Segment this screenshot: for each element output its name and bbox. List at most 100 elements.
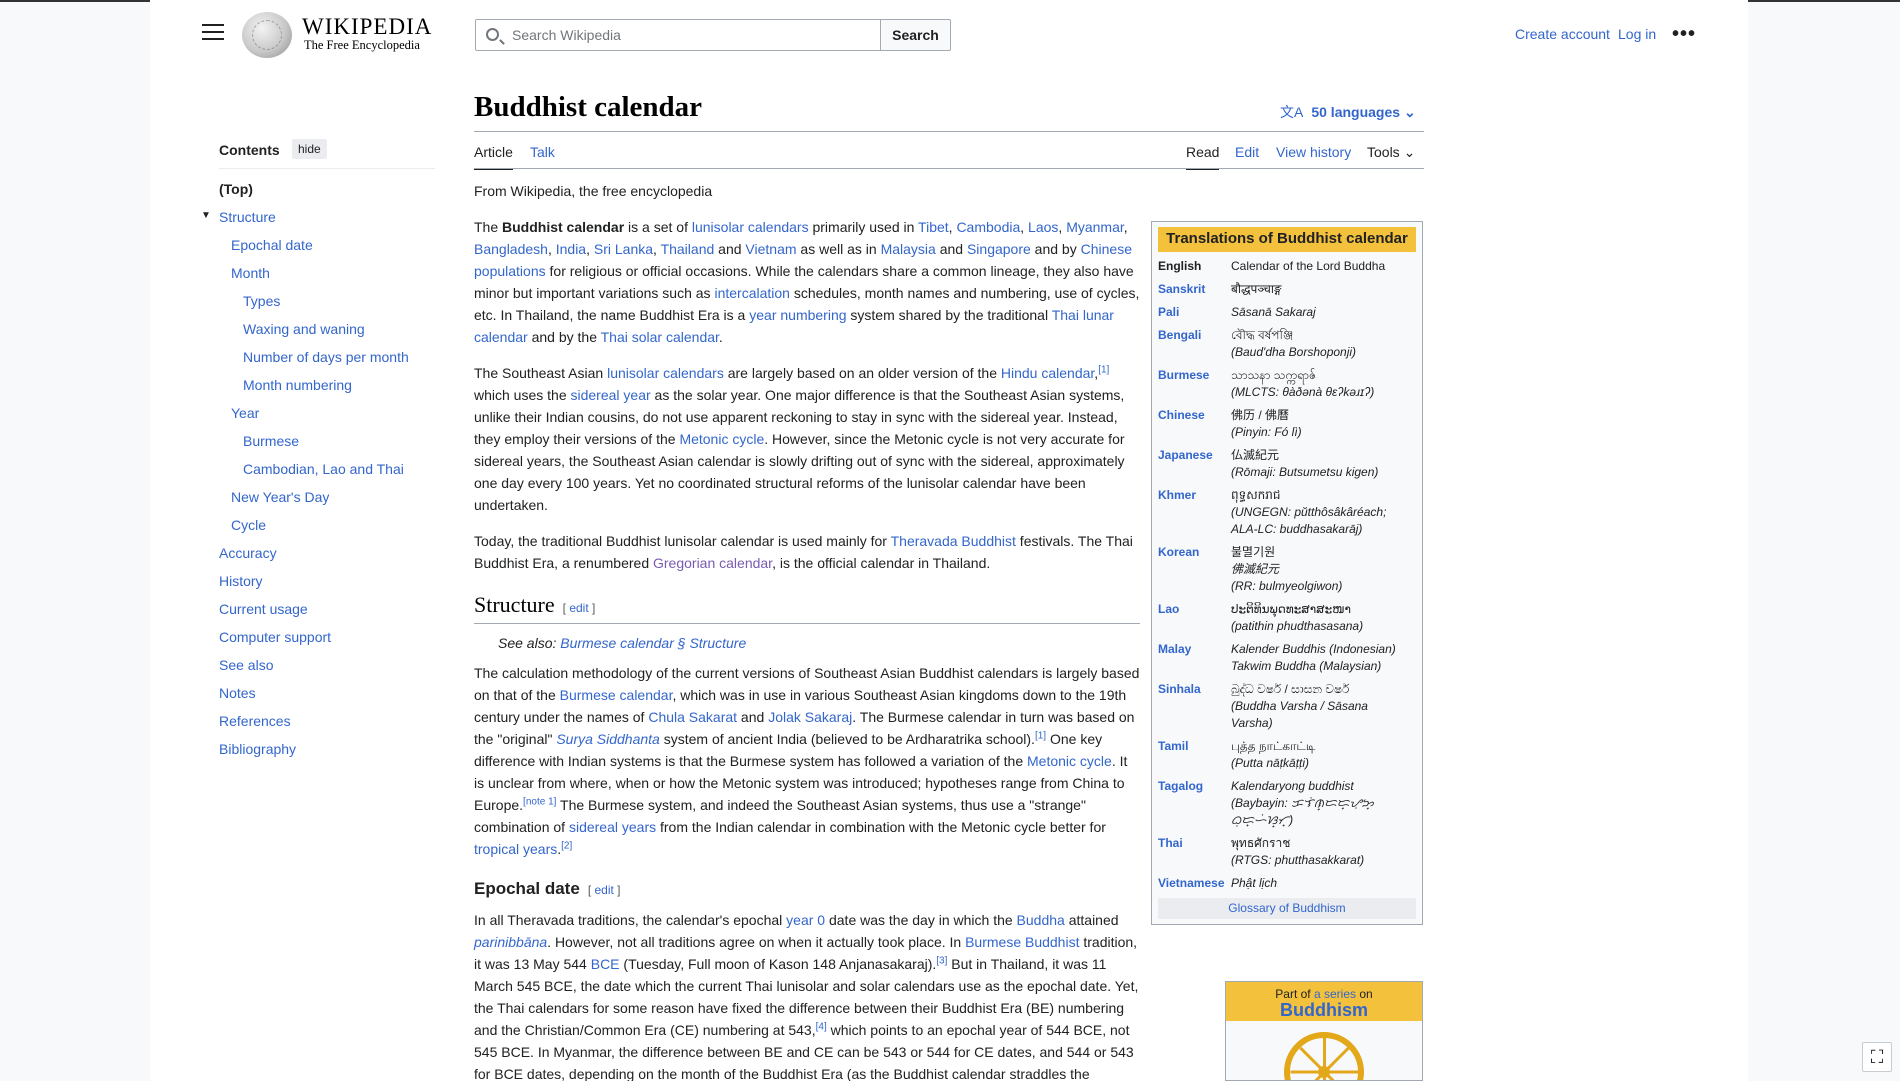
wikipedia-wordmark[interactable]: WIKIPEDIA	[302, 14, 432, 40]
toc-item-epochal-date[interactable]: Epochal date	[231, 237, 313, 253]
toc-item-see-also[interactable]: See also	[219, 657, 273, 673]
link-lunisolar-calendars[interactable]: lunisolar calendars	[607, 365, 724, 381]
infobox-language-label[interactable]: Tagalog	[1158, 778, 1231, 829]
tab-view-history[interactable]: View history	[1276, 144, 1351, 160]
toc-item-year[interactable]: Year	[231, 405, 259, 421]
toc-item-current-usage[interactable]: Current usage	[219, 601, 308, 617]
toc-item-days-per-month[interactable]: Number of days per month	[243, 349, 409, 365]
search-button[interactable]: Search	[880, 19, 951, 51]
link-tibet[interactable]: Tibet	[918, 219, 949, 235]
tab-talk[interactable]: Talk	[530, 144, 555, 160]
infobox-language-label[interactable]: Vietnamese	[1158, 875, 1231, 892]
link-a-series[interactable]: a series	[1314, 987, 1356, 1001]
link-chula-sakarat[interactable]: Chula Sakarat	[648, 709, 737, 725]
tab-article[interactable]: Article	[474, 144, 513, 170]
toc-item-new-years-day[interactable]: New Year's Day	[231, 489, 329, 505]
language-selector[interactable]: 文A 50 languages ⌄	[1280, 102, 1416, 122]
link-intercalation[interactable]: intercalation	[714, 285, 790, 301]
link-tropical-years[interactable]: tropical years	[474, 841, 557, 857]
link-bce[interactable]: BCE	[591, 956, 620, 972]
toc-item-computer-support[interactable]: Computer support	[219, 629, 331, 645]
search-input[interactable]	[512, 25, 872, 45]
toc-item-cambodian-lao-thai[interactable]: Cambodian, Lao and Thai	[243, 461, 404, 477]
infobox-language-label[interactable]: Korean	[1158, 544, 1231, 595]
link-glossary-of-buddhism[interactable]: Glossary of Buddhism	[1228, 901, 1345, 915]
reference-link[interactable]: [2]	[561, 840, 572, 851]
infobox-language-label[interactable]: Pali	[1158, 304, 1231, 321]
toc-item-month[interactable]: Month	[231, 265, 270, 281]
toc-item-top[interactable]: (Top)	[219, 181, 253, 197]
link-sidereal-years[interactable]: sidereal years	[569, 819, 656, 835]
search-box[interactable]	[475, 19, 881, 51]
link-burmese-calendar[interactable]: Burmese calendar	[560, 687, 673, 703]
more-options-icon[interactable]: •••	[1672, 24, 1696, 44]
toc-item-notes[interactable]: Notes	[219, 685, 256, 701]
toc-hide-button[interactable]: hide	[292, 139, 327, 159]
toc-item-types[interactable]: Types	[243, 293, 280, 309]
reference-link[interactable]: [4]	[816, 1021, 827, 1032]
link-sidereal-year[interactable]: sidereal year	[571, 387, 651, 403]
chevron-down-icon[interactable]: ▼	[201, 210, 211, 221]
infobox-language-label[interactable]: Sinhala	[1158, 681, 1231, 732]
note-link[interactable]: [note 1]	[523, 796, 556, 807]
link-thailand[interactable]: Thailand	[661, 241, 715, 257]
link-theravada-buddhist[interactable]: Theravada Buddhist	[891, 533, 1016, 549]
infobox-language-label[interactable]: Thai	[1158, 835, 1231, 869]
link-hindu-calendar[interactable]: Hindu calendar	[1001, 365, 1094, 381]
link-gregorian-calendar[interactable]: Gregorian calendar	[653, 555, 772, 571]
infobox-language-label[interactable]: Burmese	[1158, 367, 1231, 401]
edit-section-link[interactable]: edit	[569, 601, 588, 615]
infobox-language-label[interactable]: Chinese	[1158, 407, 1231, 441]
fullscreen-icon[interactable]: ⛶	[1862, 1042, 1892, 1072]
link-india[interactable]: India	[556, 241, 586, 257]
main-menu-button[interactable]	[202, 24, 224, 42]
reference-link[interactable]: [1]	[1098, 364, 1109, 375]
link-metonic-cycle[interactable]: Metonic cycle	[679, 431, 764, 447]
link-burmese-buddhist[interactable]: Burmese Buddhist	[965, 934, 1079, 950]
infobox-language-label[interactable]: Malay	[1158, 641, 1231, 675]
infobox-language-label[interactable]: Lao	[1158, 601, 1231, 635]
infobox-language-label[interactable]: Sanskrit	[1158, 281, 1231, 298]
reference-link[interactable]: [1]	[1035, 730, 1046, 741]
infobox-language-label[interactable]: Khmer	[1158, 487, 1231, 538]
toc-item-references[interactable]: References	[219, 713, 291, 729]
tab-tools[interactable]: Tools ⌄	[1367, 144, 1415, 161]
link-thai-solar-calendar[interactable]: Thai solar calendar	[601, 329, 719, 345]
edit-section-link[interactable]: edit	[594, 883, 613, 897]
log-in-link[interactable]: Log in	[1618, 26, 1656, 42]
reference-link[interactable]: [3]	[936, 955, 947, 966]
link-vietnam[interactable]: Vietnam	[745, 241, 796, 257]
link-bangladesh[interactable]: Bangladesh	[474, 241, 548, 257]
toc-item-waxing-waning[interactable]: Waxing and waning	[243, 321, 365, 337]
link-laos[interactable]: Laos	[1028, 219, 1058, 235]
tab-read[interactable]: Read	[1186, 144, 1220, 170]
link-buddhism[interactable]: Buddhism	[1226, 1001, 1422, 1019]
toc-item-burmese[interactable]: Burmese	[243, 433, 299, 449]
link-burmese-calendar-structure[interactable]: Burmese calendar § Structure	[560, 635, 746, 651]
link-cambodia[interactable]: Cambodia	[956, 219, 1020, 235]
toc-item-bibliography[interactable]: Bibliography	[219, 741, 296, 757]
toc-item-structure[interactable]: Structure	[219, 209, 276, 225]
link-year-numbering[interactable]: year numbering	[749, 307, 846, 323]
link-lunisolar-calendars[interactable]: lunisolar calendars	[692, 219, 809, 235]
link-buddha[interactable]: Buddha	[1017, 912, 1065, 928]
infobox-language-label[interactable]: Japanese	[1158, 447, 1231, 481]
toc-item-month-numbering[interactable]: Month numbering	[243, 377, 352, 393]
link-metonic-cycle[interactable]: Metonic cycle	[1027, 753, 1112, 769]
toc-item-accuracy[interactable]: Accuracy	[219, 545, 277, 561]
link-surya-siddhanta[interactable]: Surya Siddhanta	[556, 731, 660, 747]
infobox-language-label[interactable]: Bengali	[1158, 327, 1231, 361]
link-malaysia[interactable]: Malaysia	[881, 241, 936, 257]
tab-edit[interactable]: Edit	[1235, 144, 1259, 160]
link-sri-lanka[interactable]: Sri Lanka	[594, 241, 653, 257]
create-account-link[interactable]: Create account	[1515, 26, 1610, 42]
link-jolak-sakaraj[interactable]: Jolak Sakaraj	[768, 709, 852, 725]
link-myanmar[interactable]: Myanmar	[1066, 219, 1124, 235]
toc-item-cycle[interactable]: Cycle	[231, 517, 266, 533]
infobox-language-label[interactable]: Tamil	[1158, 738, 1231, 772]
link-parinibbana[interactable]: parinibbāna	[474, 934, 547, 950]
wikipedia-globe-logo[interactable]	[242, 12, 292, 58]
link-singapore[interactable]: Singapore	[967, 241, 1031, 257]
toc-item-history[interactable]: History	[219, 573, 263, 589]
link-year-0[interactable]: year 0	[786, 912, 825, 928]
